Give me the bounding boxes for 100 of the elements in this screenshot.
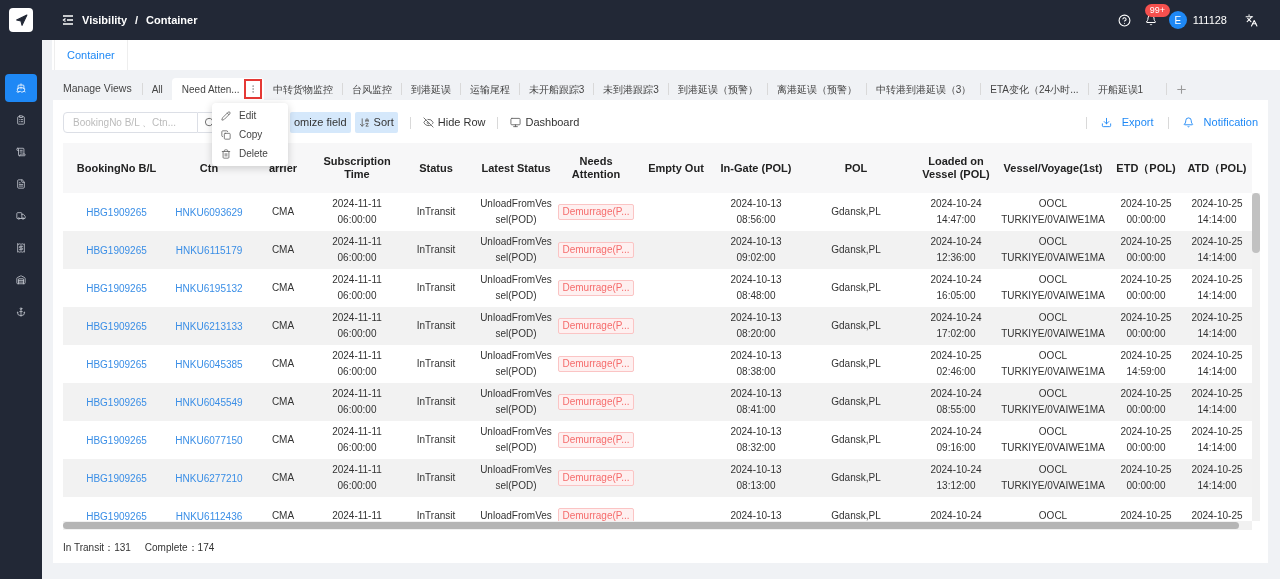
table-cell-text: 2024-10-13 08:48:00 <box>729 273 783 303</box>
table-cell-text: InTransit <box>416 357 456 371</box>
table-cell[interactable]: HNKU6112436 <box>175 508 243 521</box>
column-header[interactable]: Status <box>419 161 453 175</box>
help-icon[interactable] <box>1117 13 1131 27</box>
table-cell-text: 2024-10-25 00:00:00 <box>1119 311 1173 341</box>
view-tab[interactable]: 到港延误（预警） <box>668 78 767 100</box>
table-cell-text: 2024-10-13 08:20:00 <box>729 311 783 341</box>
vertical-scrollbar[interactable] <box>1252 193 1260 521</box>
table-cell-text: 2024-10-13 08:41:00 <box>729 387 783 417</box>
table-cell[interactable]: HNKU6077150 <box>175 432 243 448</box>
language-icon[interactable] <box>1245 13 1258 27</box>
column-header[interactable]: Empty Out <box>648 161 704 175</box>
table-cell-text: InTransit <box>416 205 456 219</box>
table-cell-text: UnloadFromVessel(POD) <box>480 235 552 265</box>
view-tab[interactable]: 中转货物监控 <box>263 78 342 100</box>
more-options-button[interactable] <box>243 79 262 99</box>
table-cell-text: 2024-10-25 14:14:00 <box>1190 387 1244 417</box>
column-header[interactable]: POL <box>844 161 868 175</box>
dashboard-button[interactable]: Dashboard <box>510 112 580 133</box>
view-tab[interactable]: 到港延误 <box>401 78 460 100</box>
table-cell-text: OOCL <box>1038 509 1068 521</box>
view-tab[interactable]: 离港延误（预警） <box>767 78 866 100</box>
view-tab[interactable]: 运输尾程 <box>460 78 519 100</box>
attention-tag: Demurrage(P... <box>558 280 634 296</box>
table-cell-text: Gdansk,PL <box>831 433 881 447</box>
view-tab[interactable]: 台风监控 <box>342 78 401 100</box>
search-field[interactable]: BookingNo B/L 、Ctn... <box>63 112 198 133</box>
table-cell-text: 2024-10-24 <box>930 509 982 521</box>
view-tab[interactable]: 未到港跟踪3 <box>594 78 668 100</box>
table-cell[interactable]: HBG1909265 <box>86 356 147 372</box>
column-header[interactable]: Needs Attention <box>557 155 635 181</box>
column-header[interactable]: Subscription Time <box>319 155 395 181</box>
view-tab[interactable]: ETA变化（24小时... <box>981 78 1088 100</box>
column-header[interactable]: Ctn <box>199 161 219 175</box>
attention-tag: Demurrage(P... <box>558 204 634 220</box>
table-cell-text: UnloadFromVessel(POD) <box>480 197 552 227</box>
hide-button[interactable]: Hide Row <box>422 112 486 133</box>
view-tab[interactable]: 中转港到港延误（3） <box>866 78 981 100</box>
menu-item[interactable]: Delete <box>212 144 288 163</box>
table-cell[interactable]: HBG1909265 <box>86 280 147 296</box>
table-cell-text: InTransit <box>416 433 456 447</box>
avatar[interactable]: E <box>1168 11 1187 29</box>
download-icon <box>1100 117 1112 128</box>
menu-fold-icon[interactable] <box>62 14 74 26</box>
column-header[interactable]: ATD（POL) <box>1187 161 1247 175</box>
column-header[interactable]: arrier <box>268 161 298 175</box>
table-cell[interactable]: HNKU6195132 <box>175 280 243 296</box>
table-cell-text: OOCL TURKIYE/0VAIWE1MA <box>1001 197 1105 227</box>
table-cell[interactable]: HNKU6093629 <box>175 204 243 220</box>
table-cell[interactable]: HBG1909265 <box>86 204 147 220</box>
table-cell-text: 2024-10-24 09:16:00 <box>929 425 983 455</box>
table-cell-text: OOCL TURKIYE/0VAIWE1MA <box>1001 425 1105 455</box>
horizontal-scrollbar[interactable] <box>63 521 1252 530</box>
user-name[interactable]: 111128 <box>1192 11 1227 29</box>
app-logo[interactable] <box>9 8 33 32</box>
table-cell-text: InTransit <box>416 243 456 257</box>
view-tab[interactable]: All <box>142 78 172 100</box>
table-cell-text: 2024-10-13 08:38:00 <box>729 349 783 379</box>
export-button[interactable]: Export <box>1100 114 1154 131</box>
menu-item[interactable]: Copy <box>212 125 288 144</box>
table-cell-text: Gdansk,PL <box>831 319 881 333</box>
table-cell-text: 2024-11-11 06:00:00 <box>331 349 383 379</box>
table-cell-text: 2024-10-25 00:00:00 <box>1119 197 1173 227</box>
sidebar-item[interactable] <box>5 74 37 102</box>
breadcrumb-item[interactable]: Container <box>146 11 198 29</box>
table-cell-text: Gdansk,PL <box>831 471 881 485</box>
receipt-icon <box>16 243 26 253</box>
view-tab[interactable]: 未开船跟踪3 <box>519 78 594 100</box>
manage-views-button[interactable]: Manage Views <box>53 78 142 100</box>
add-view-icon[interactable] <box>1175 83 1189 96</box>
customize-button[interactable]: omize field <box>290 112 351 133</box>
page-tab[interactable]: Container <box>54 40 128 70</box>
table-cell-text: 2024-10-13 08:56:00 <box>729 197 783 227</box>
table-cell[interactable]: HBG1909265 <box>86 508 147 521</box>
attention-tag: Demurrage(P... <box>558 394 634 410</box>
sort-button[interactable]: Sort <box>354 112 398 133</box>
bell-icon[interactable] <box>1144 14 1157 26</box>
bell-icon <box>1182 117 1194 128</box>
column-header[interactable]: In-Gate (POL) <box>720 161 792 175</box>
breadcrumb-item[interactable]: Visibility <box>82 11 128 29</box>
table-cell-text: Gdansk,PL <box>831 509 881 521</box>
column-header[interactable]: ETD（POL) <box>1116 161 1176 175</box>
table-cell-text: 2024-11-11 06:00:00 <box>331 197 383 227</box>
view-tab[interactable]: Need Atten... <box>171 78 264 100</box>
view-tab[interactable]: 开船延误1 <box>1088 78 1153 100</box>
table-cell-text: CMA <box>271 357 295 371</box>
menu-item[interactable]: Edit <box>212 106 288 125</box>
column-header[interactable]: Vessel/Voyage(1st) <box>1003 161 1103 175</box>
table-cell-text: CMA <box>271 433 295 447</box>
table-cell[interactable]: HNKU6045385 <box>175 356 243 372</box>
column-header[interactable]: Latest Status <box>481 161 551 175</box>
table-cell-text: OOCL TURKIYE/0VAIWE1MA <box>1001 463 1105 493</box>
trash-icon <box>221 148 231 159</box>
table-cell-text: InTransit <box>416 319 456 333</box>
column-header[interactable]: Loaded on Vessel (POL) <box>917 155 995 181</box>
notify-button[interactable]: Notification <box>1182 114 1258 131</box>
table-cell[interactable]: HBG1909265 <box>86 432 147 448</box>
breadcrumb-separator: / <box>135 12 139 28</box>
column-header[interactable]: BookingNo B/L <box>76 161 157 175</box>
